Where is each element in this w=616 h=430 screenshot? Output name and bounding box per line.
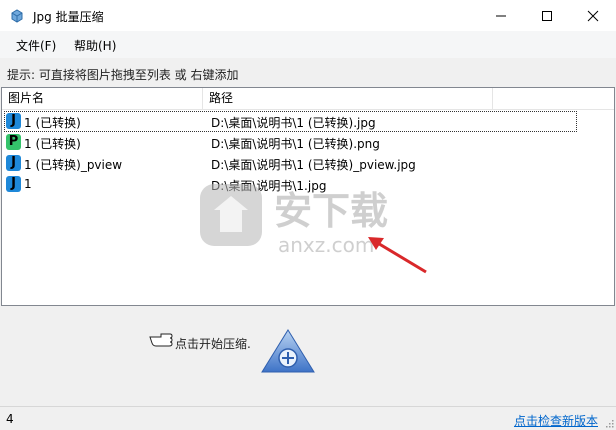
- file-path: D:\桌面\说明书\1 (已转换).png: [211, 137, 380, 151]
- status-bar: 4 点击检查新版本: [0, 406, 616, 430]
- file-name: 1: [24, 177, 32, 191]
- pointing-hand-icon: [149, 333, 173, 347]
- file-path: D:\桌面\说明书\1 (已转换).jpg: [211, 116, 376, 130]
- column-header-name[interactable]: 图片名: [2, 88, 203, 109]
- check-update-link[interactable]: 点击检查新版本: [514, 412, 598, 429]
- annotation-arrow-icon: [368, 237, 427, 274]
- file-path: D:\桌面\说明书\1 (已转换)_pview.jpg: [211, 158, 416, 172]
- column-header-path[interactable]: 路径: [203, 88, 493, 109]
- maximize-button[interactable]: [524, 0, 570, 31]
- app-icon: [11, 9, 23, 23]
- file-count: 4: [6, 412, 14, 426]
- jpg-file-icon: J: [6, 113, 21, 129]
- close-icon: [587, 10, 599, 22]
- start-compress-button[interactable]: [260, 328, 316, 374]
- maximize-icon: [542, 11, 552, 21]
- jpg-file-icon: J: [6, 155, 21, 171]
- list-row[interactable]: P 1 (已转换) D:\桌面\说明书\1 (已转换).png: [2, 132, 614, 153]
- list-header: 图片名 路径: [2, 88, 614, 110]
- hint-text: 提示: 可直接将图片拖拽至列表 或 右键添加: [7, 68, 239, 82]
- resize-grip-icon[interactable]: [604, 418, 614, 428]
- app-window: Jpg 批量压缩 文件(F) 帮助(H) 提示: 可直接将图片拖拽至列表 或 右…: [0, 0, 616, 430]
- window-title: Jpg 批量压缩: [33, 10, 104, 24]
- file-name: 1 (已转换)_pview: [24, 158, 123, 172]
- list-row[interactable]: J 1 (已转换) D:\桌面\说明书\1 (已转换).jpg: [4, 111, 577, 132]
- file-name: 1 (已转换): [24, 137, 81, 151]
- start-compress-label[interactable]: 点击开始压缩.: [175, 335, 251, 352]
- minimize-button[interactable]: [478, 0, 524, 31]
- watermark-subtext: anxz.com: [278, 233, 374, 257]
- minimize-icon: [496, 15, 506, 17]
- menu-bar: 文件(F) 帮助(H): [0, 31, 616, 58]
- title-bar[interactable]: Jpg 批量压缩: [0, 0, 616, 31]
- list-row[interactable]: J 1 (已转换)_pview D:\桌面\说明书\1 (已转换)_pview.…: [2, 153, 614, 174]
- watermark-text: 安下载: [274, 189, 388, 233]
- menu-file[interactable]: 文件(F): [16, 37, 56, 54]
- menu-help[interactable]: 帮助(H): [74, 37, 116, 54]
- png-file-icon: P: [6, 134, 21, 150]
- file-name: 1 (已转换): [24, 116, 81, 130]
- close-button[interactable]: [570, 0, 616, 31]
- jpg-file-icon: J: [6, 176, 21, 192]
